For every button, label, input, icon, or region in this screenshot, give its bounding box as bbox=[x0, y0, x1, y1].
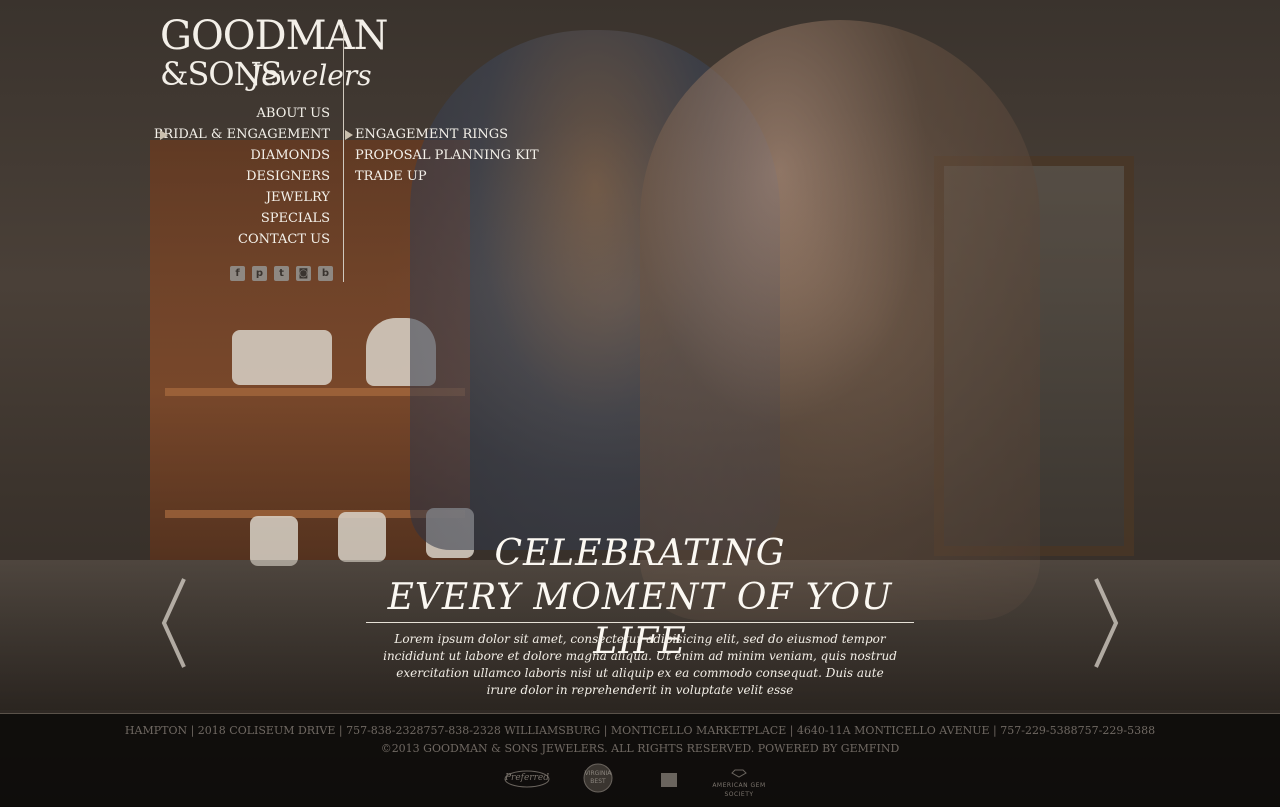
subnav-item-label: TRADE UP bbox=[355, 169, 427, 184]
ags-diamond-art bbox=[731, 769, 747, 778]
ring-box bbox=[250, 516, 298, 566]
nav-item-label: ABOUT US bbox=[256, 106, 330, 121]
twitter-icon[interactable]: t bbox=[274, 266, 289, 281]
virginia-best-badge-label: VIRGINIA BEST bbox=[584, 770, 612, 785]
bbb-badge-icon[interactable] bbox=[661, 773, 677, 787]
nav-item-label: DIAMONDS bbox=[250, 148, 330, 163]
nav-item-bridal-engagement[interactable]: BRIDAL & ENGAGEMENT bbox=[150, 124, 330, 145]
chevron-right-icon bbox=[1094, 578, 1119, 668]
active-arrow-icon bbox=[160, 130, 168, 140]
american-gem-society-icon[interactable]: AMERICAN GEM SOCIETY bbox=[708, 768, 770, 798]
nav-item-about-us[interactable]: ABOUT US bbox=[150, 103, 330, 124]
ags-label: AMERICAN GEM SOCIETY bbox=[712, 782, 766, 798]
subnav-item-trade-up[interactable]: TRADE UP bbox=[345, 166, 539, 187]
social-links: f p t ◙ b bbox=[230, 266, 333, 281]
hero-divider bbox=[366, 622, 914, 623]
nav-item-designers[interactable]: DESIGNERS bbox=[150, 166, 330, 187]
nav-item-label: BRIDAL & ENGAGEMENT bbox=[153, 127, 330, 142]
blogger-icon[interactable]: b bbox=[318, 266, 333, 281]
site-logo[interactable]: GOODMAN &SONS Jewelers bbox=[160, 16, 388, 96]
nav-item-label: JEWELRY bbox=[265, 190, 330, 205]
virginia-best-badge-icon[interactable]: VIRGINIA BEST bbox=[582, 762, 614, 794]
necklace-display bbox=[232, 330, 332, 385]
nav-item-label: DESIGNERS bbox=[246, 169, 330, 184]
logo-line-3: Jewelers bbox=[250, 59, 372, 92]
subnav-item-label: ENGAGEMENT RINGS bbox=[355, 127, 509, 142]
facebook-icon[interactable]: f bbox=[230, 266, 245, 281]
nav-item-specials[interactable]: SPECIALS bbox=[150, 208, 330, 229]
nav-item-jewelry[interactable]: JEWELRY bbox=[150, 187, 330, 208]
footer-address: HAMPTON | 2018 COLISEUM DRIVE | 757-838-… bbox=[124, 724, 1156, 737]
main-nav: ABOUT US BRIDAL & ENGAGEMENT DIAMONDS DE… bbox=[150, 103, 330, 250]
pinterest-icon[interactable]: p bbox=[252, 266, 267, 281]
instagram-icon[interactable]: ◙ bbox=[296, 266, 311, 281]
nav-item-diamonds[interactable]: DIAMONDS bbox=[150, 145, 330, 166]
nav-item-label: SPECIALS bbox=[260, 211, 330, 226]
slider-prev-button[interactable] bbox=[158, 575, 188, 671]
subnav-item-proposal-planning-kit[interactable]: PROPOSAL PLANNING KIT bbox=[345, 145, 539, 166]
hero-body-text: Lorem ipsum dolor sit amet, consectetur … bbox=[383, 632, 897, 697]
subnav-item-engagement-rings[interactable]: ENGAGEMENT RINGS bbox=[345, 124, 539, 145]
sub-nav: ENGAGEMENT RINGS PROPOSAL PLANNING KIT T… bbox=[345, 124, 539, 187]
nav-item-label: CONTACT US bbox=[238, 232, 330, 247]
hero-title-line-1: CELEBRATING bbox=[494, 533, 786, 574]
chevron-left-icon bbox=[161, 578, 186, 668]
subnav-item-label: PROPOSAL PLANNING KIT bbox=[355, 148, 539, 163]
preferred-badge-label: Preferred bbox=[504, 773, 550, 783]
slider-next-button[interactable] bbox=[1092, 575, 1122, 671]
site-footer: HAMPTON | 2018 COLISEUM DRIVE | 757-838-… bbox=[0, 713, 1280, 807]
nav-divider bbox=[343, 26, 344, 282]
woman-figure bbox=[640, 20, 1040, 620]
preferred-badge-icon[interactable]: Preferred bbox=[502, 768, 552, 790]
footer-copyright: ©2013 GOODMAN & SONS JEWELERS. ALL RIGHT… bbox=[380, 742, 900, 755]
active-arrow-icon bbox=[345, 130, 353, 140]
logo-line-1: GOODMAN bbox=[160, 13, 388, 59]
footer-badges: Preferred VIRGINIA BEST AMERICAN GEM SOC… bbox=[0, 762, 1280, 798]
nav-item-contact-us[interactable]: CONTACT US bbox=[150, 229, 330, 250]
